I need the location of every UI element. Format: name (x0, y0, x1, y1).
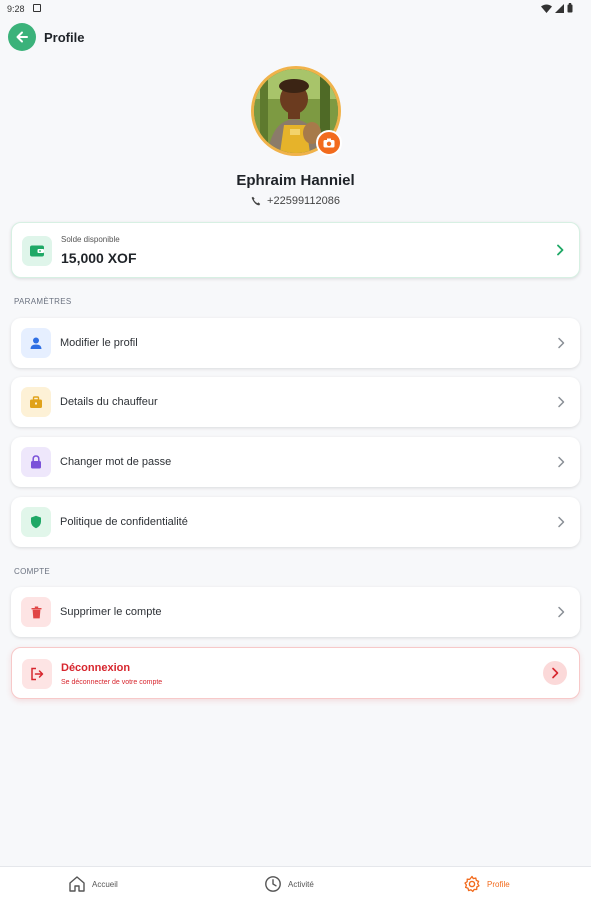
logout-button[interactable]: Déconnexion Se déconnecter de votre comp… (11, 647, 580, 699)
page-title: Profile (44, 29, 85, 45)
notification-icon (33, 4, 41, 12)
phone-row: +22599112086 (0, 195, 591, 207)
wallet-icon-box (22, 236, 52, 266)
back-button[interactable] (8, 23, 36, 51)
lock-icon-box (21, 447, 51, 477)
status-time: 9:28 (7, 4, 25, 14)
nav-item-label: Activité (288, 879, 314, 889)
change-photo-button[interactable] (316, 130, 342, 156)
camera-icon (323, 138, 335, 148)
briefcase-icon-box (21, 387, 51, 417)
nav-item-label: Accueil (92, 879, 118, 889)
balance-label: Solde disponible (61, 235, 120, 244)
settings-item-privacy-policy[interactable]: Politique de confidentialité (11, 497, 580, 547)
chevron-right-icon (553, 243, 567, 257)
user-phone: +22599112086 (267, 195, 340, 207)
section-label-compte: COMPTE (14, 567, 51, 576)
logout-icon (31, 667, 44, 681)
settings-item-label: Changer mot de passe (60, 456, 172, 468)
phone-icon (251, 196, 261, 206)
nav-item-label: Profile (487, 879, 510, 889)
user-icon-box (21, 328, 51, 358)
nav-item-home[interactable]: Accueil (68, 875, 118, 893)
wifi-icon (541, 4, 552, 13)
clock-icon (265, 876, 281, 892)
trash-icon (31, 606, 41, 618)
logout-title: Déconnexion (61, 662, 131, 674)
trash-icon-box (21, 597, 51, 627)
user-icon (30, 337, 42, 349)
chevron-right-icon (554, 605, 568, 619)
shield-icon (31, 515, 41, 529)
chevron-right-icon (554, 515, 568, 529)
account-item-label: Supprimer le compte (60, 606, 162, 618)
settings-item-label: Details du chauffeur (60, 396, 158, 408)
wallet-icon (30, 245, 44, 257)
settings-item-label: Politique de confidentialité (60, 516, 188, 528)
battery-icon (567, 3, 573, 13)
avatar-container (251, 66, 342, 156)
balance-value: 15,000 XOF (61, 250, 137, 266)
nav-item-profile[interactable]: Profile (463, 875, 510, 893)
home-icon (69, 876, 85, 892)
chevron-right-icon (554, 336, 568, 350)
settings-item-label: Modifier le profil (60, 337, 138, 349)
status-bar: 9:28 (0, 0, 591, 18)
logout-subtitle: Se déconnecter de votre compte (61, 679, 163, 686)
gear-icon (464, 875, 480, 893)
chevron-right-icon (554, 395, 568, 409)
shield-icon-box (21, 507, 51, 537)
lock-icon (31, 455, 41, 469)
status-icons (541, 3, 573, 13)
settings-item-driver-details[interactable]: Details du chauffeur (11, 377, 580, 427)
nav-item-activity[interactable]: Activité (264, 875, 314, 893)
arrow-left-icon (16, 31, 28, 43)
chevron-right-icon (554, 455, 568, 469)
user-name: Ephraim Hanniel (236, 172, 355, 189)
bottom-nav: Accueil Activité Profile (0, 866, 591, 900)
signal-icon (555, 3, 564, 13)
briefcase-icon (30, 395, 42, 408)
settings-item-change-password[interactable]: Changer mot de passe (11, 437, 580, 487)
chevron-right-icon (543, 661, 567, 685)
settings-item-edit-profile[interactable]: Modifier le profil (11, 318, 580, 368)
logout-icon-box (22, 659, 52, 689)
account-item-delete[interactable]: Supprimer le compte (11, 587, 580, 637)
balance-card[interactable]: Solde disponible 15,000 XOF (11, 222, 580, 278)
section-label-parametres: PARAMÈTRES (14, 297, 72, 306)
header: Profile (8, 22, 84, 52)
